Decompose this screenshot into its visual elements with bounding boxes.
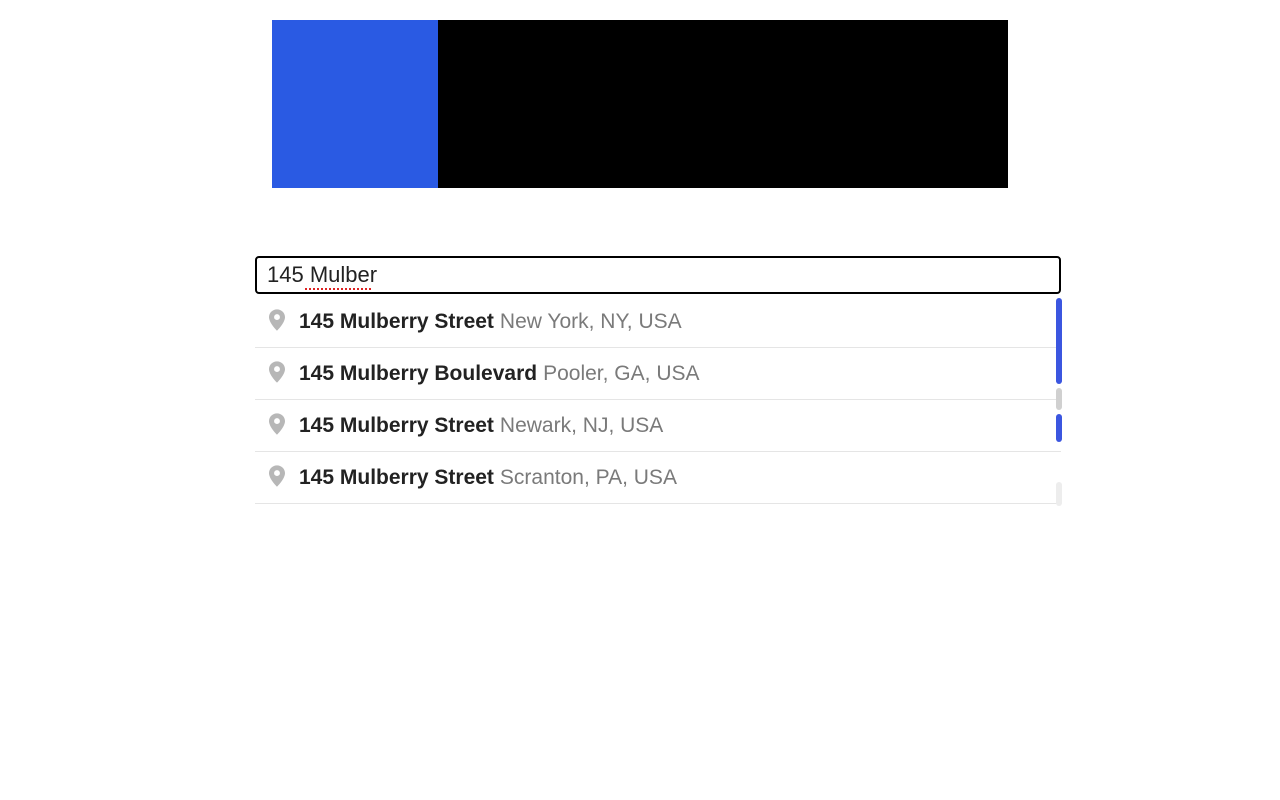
- suggestion-main: 145 Mulberry Boulevard: [299, 362, 537, 386]
- suggestion-main: 145 Mulberry Street: [299, 414, 494, 438]
- map-pin-icon: [267, 413, 287, 439]
- suggestion-secondary: Pooler, GA, USA: [543, 362, 699, 386]
- banner-blue-block: [272, 20, 438, 188]
- autocomplete-item[interactable]: 145 Mulberry Boulevard Pooler, GA, USA: [255, 348, 1061, 400]
- suggestion-main: 145 Mulberry Street: [299, 310, 494, 334]
- map-pin-icon: [267, 361, 287, 387]
- autocomplete-item[interactable]: 145 Mulberry Street Scranton, PA, USA: [255, 452, 1061, 504]
- autocomplete-dropdown: 145 Mulberry Street New York, NY, USA 14…: [255, 296, 1061, 504]
- header-banner: [272, 20, 1008, 188]
- address-search-input[interactable]: [255, 256, 1061, 294]
- suggestion-secondary: Scranton, PA, USA: [500, 466, 677, 490]
- scrollbar-thumb[interactable]: [1056, 414, 1062, 442]
- dropdown-scrollbar[interactable]: [1056, 296, 1062, 508]
- map-pin-icon: [267, 465, 287, 491]
- autocomplete-item[interactable]: 145 Mulberry Street Newark, NJ, USA: [255, 400, 1061, 452]
- suggestion-secondary: New York, NY, USA: [500, 310, 682, 334]
- autocomplete-item[interactable]: 145 Mulberry Street New York, NY, USA: [255, 296, 1061, 348]
- suggestion-main: 145 Mulberry Street: [299, 466, 494, 490]
- scrollbar-track-segment: [1056, 482, 1062, 506]
- map-pin-icon: [267, 309, 287, 335]
- suggestion-secondary: Newark, NJ, USA: [500, 414, 663, 438]
- scrollbar-thumb[interactable]: [1056, 298, 1062, 384]
- banner-arc: [422, 0, 642, 215]
- scrollbar-track-segment: [1056, 388, 1062, 410]
